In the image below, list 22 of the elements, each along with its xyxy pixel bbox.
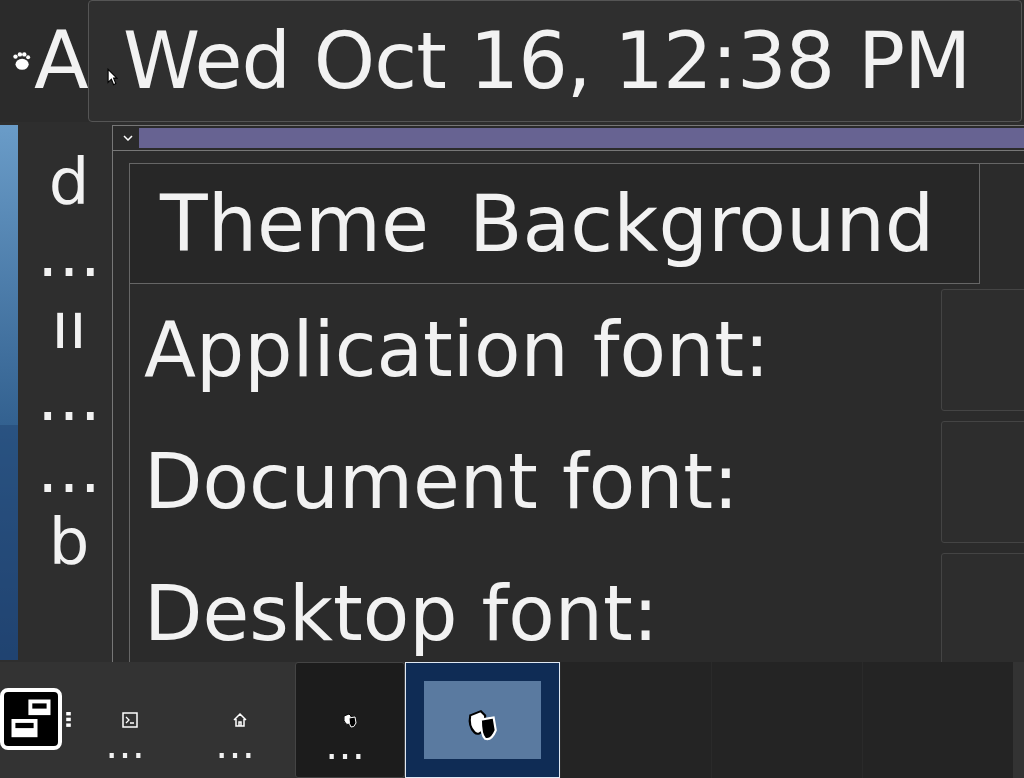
handle-icon[interactable] <box>66 712 71 728</box>
font-label: Document font: <box>144 444 739 520</box>
launcher-label: … <box>325 725 375 765</box>
desktop-icon-label: b <box>47 510 91 574</box>
launcher-label: … <box>215 724 265 764</box>
cursor-icon <box>107 68 118 86</box>
desktop-icon-label: … <box>36 366 102 430</box>
desktop-icon-label: … <box>36 438 102 502</box>
shield-icon <box>342 713 358 729</box>
home-icon[interactable] <box>232 712 248 728</box>
desktop-icon-label: ıı <box>50 294 88 358</box>
window-menu-icon[interactable] <box>0 688 62 750</box>
launcher-button[interactable]: … <box>295 662 405 778</box>
terminal-icon[interactable] <box>122 712 138 728</box>
launcher-label: … <box>105 724 155 764</box>
chevron-icon[interactable] <box>123 135 133 141</box>
applications-menu[interactable]: A <box>34 21 89 101</box>
clock-text: Wed Oct 16, 12:38 PM <box>123 16 971 106</box>
desktop-icon-label: … <box>36 222 102 286</box>
tab[interactable]: Theme <box>160 184 430 263</box>
desktop-icon-label: d <box>47 150 91 214</box>
foot-icon[interactable] <box>10 50 32 72</box>
